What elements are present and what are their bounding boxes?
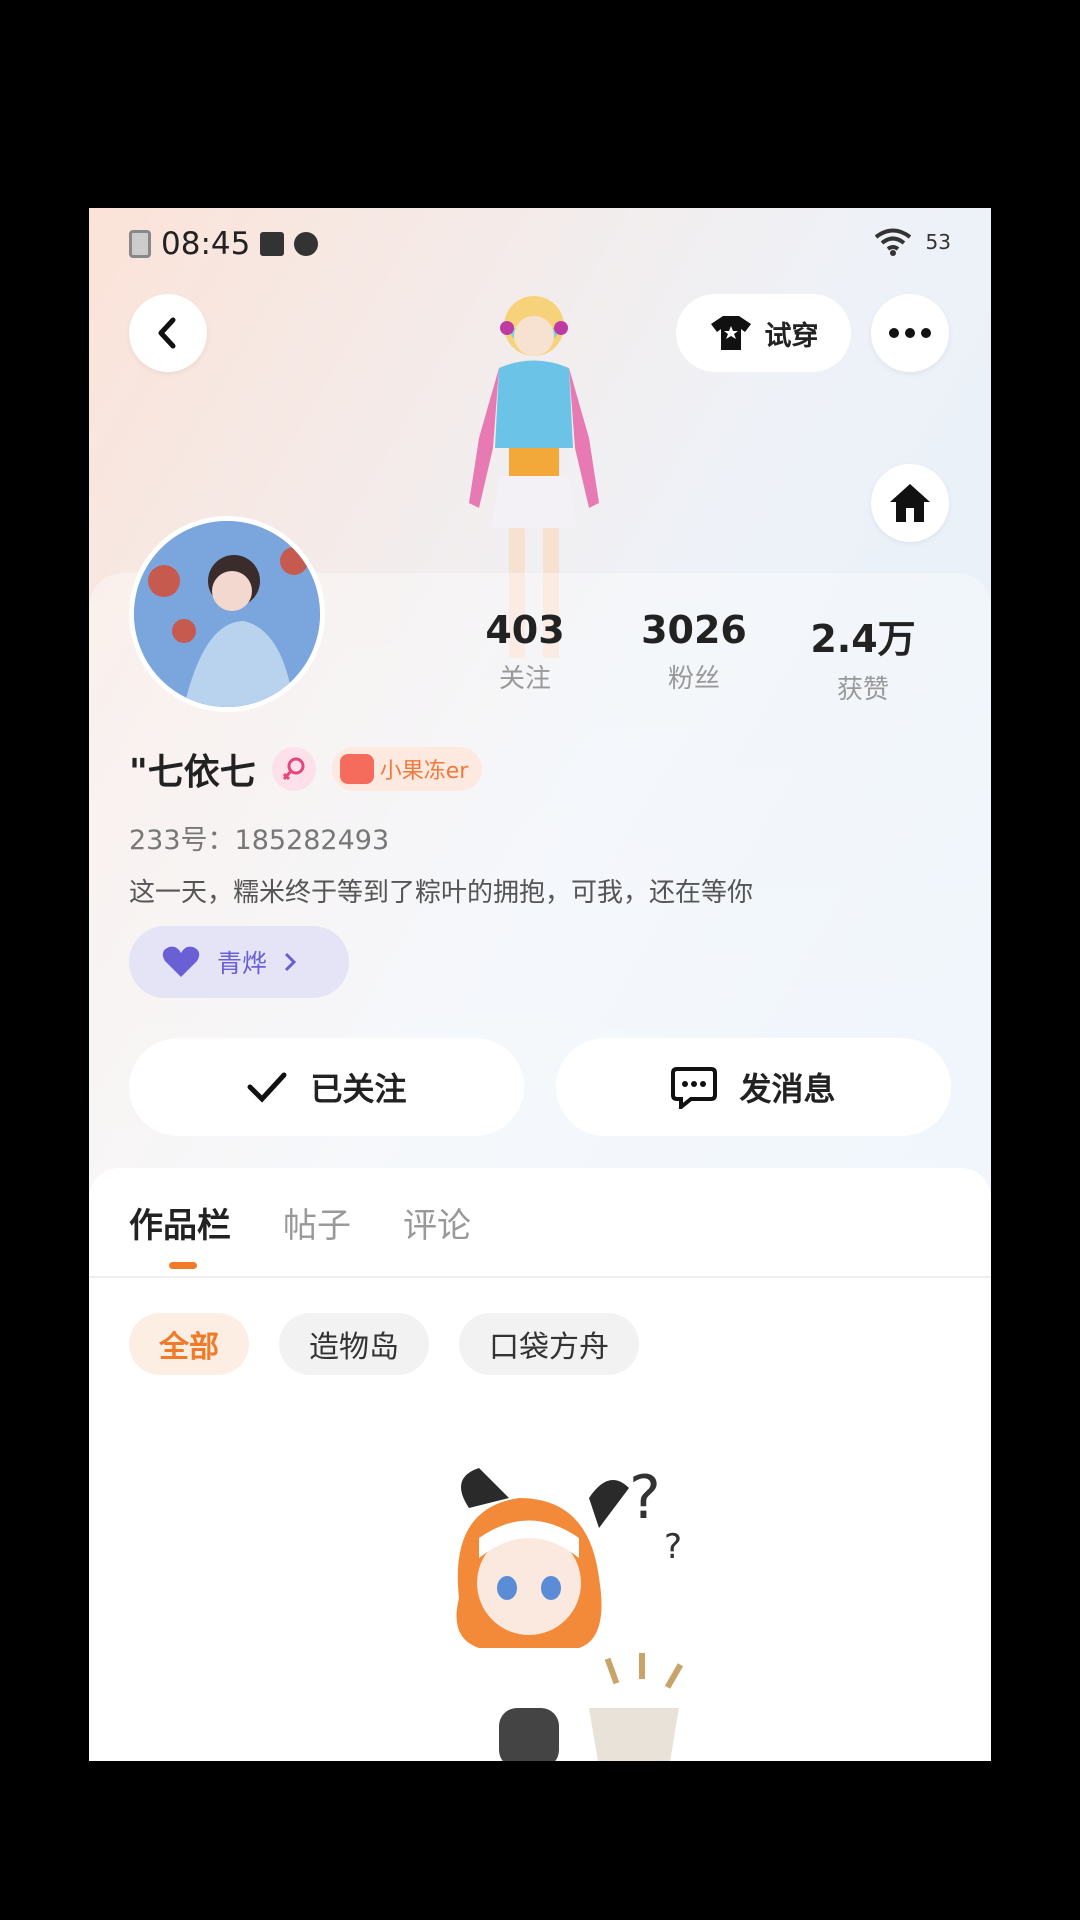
tab-comments-label: 评论 bbox=[403, 1206, 471, 1246]
filter-creation-island[interactable]: 造物岛 bbox=[279, 1313, 429, 1375]
sim-icon bbox=[129, 230, 151, 258]
battery-level: 53 bbox=[925, 230, 951, 254]
username: "七依七 bbox=[129, 752, 256, 793]
following-label: 关注 bbox=[498, 664, 551, 694]
status-bar: 08:45 53 bbox=[89, 208, 991, 278]
user-id: 233号：185282493 bbox=[129, 825, 390, 856]
image-icon bbox=[260, 232, 285, 256]
message-button[interactable]: 发消息 bbox=[556, 1038, 951, 1136]
chevron-left-icon bbox=[158, 317, 176, 349]
home-button[interactable] bbox=[871, 464, 949, 542]
avatar[interactable] bbox=[129, 516, 325, 712]
user-tag[interactable]: 小果冻er bbox=[331, 747, 483, 791]
status-time: 08:45 bbox=[161, 226, 251, 262]
following-count: 403 bbox=[485, 608, 565, 652]
stat-followers[interactable]: 3026 粉丝 bbox=[614, 608, 774, 695]
following-button[interactable]: 已关注 bbox=[129, 1038, 524, 1136]
content-panel: 作品栏 帖子 评论 全部 造物岛 口袋方舟 ? ? bbox=[89, 1168, 991, 1761]
home-icon bbox=[890, 484, 930, 522]
tab-bar: 作品栏 帖子 评论 bbox=[129, 1198, 471, 1269]
chevron-right-icon bbox=[284, 952, 297, 972]
user-tag-label: 小果冻er bbox=[379, 759, 469, 784]
svg-text:?: ? bbox=[664, 1527, 682, 1567]
divider bbox=[89, 1276, 991, 1278]
likes-count: 2.4万 bbox=[810, 617, 916, 661]
followers-count: 3026 bbox=[641, 608, 747, 652]
relation-badge[interactable]: 青烨 bbox=[129, 926, 349, 998]
tshirt-icon bbox=[710, 316, 751, 350]
more-dots-icon bbox=[889, 328, 931, 338]
relation-badge-label: 青烨 bbox=[217, 949, 268, 978]
planet-icon bbox=[294, 232, 319, 256]
empty-state-illustration: ? ? bbox=[456, 1463, 684, 1761]
stat-likes[interactable]: 2.4万 获赞 bbox=[783, 608, 943, 706]
try-on-button[interactable]: 试穿 bbox=[676, 294, 851, 372]
check-icon bbox=[247, 1072, 287, 1103]
followers-label: 粉丝 bbox=[667, 664, 720, 694]
profile-screen: 08:45 53 试穿 403 关注 3026 粉丝 2.4万 获赞 "七依七 … bbox=[89, 208, 991, 1761]
tab-works-label: 作品栏 bbox=[129, 1206, 231, 1246]
following-button-label: 已关注 bbox=[310, 1070, 407, 1108]
tab-underline bbox=[169, 1262, 197, 1269]
heart-icon bbox=[162, 946, 200, 977]
filter-chips: 全部 造物岛 口袋方舟 bbox=[129, 1313, 639, 1375]
tab-posts[interactable]: 帖子 bbox=[283, 1198, 351, 1247]
svg-text:?: ? bbox=[629, 1463, 661, 1533]
wifi-icon bbox=[874, 228, 911, 256]
name-row: "七依七 小果冻er bbox=[129, 743, 483, 795]
avatar-photo bbox=[134, 521, 320, 707]
more-button[interactable] bbox=[871, 294, 949, 372]
jelly-icon bbox=[339, 754, 374, 784]
tab-posts-label: 帖子 bbox=[283, 1206, 351, 1246]
female-gender-icon bbox=[271, 747, 316, 791]
tab-comments[interactable]: 评论 bbox=[403, 1198, 471, 1247]
tab-works[interactable]: 作品栏 bbox=[129, 1198, 231, 1269]
message-button-label: 发消息 bbox=[739, 1070, 836, 1108]
user-bio: 这一天，糯米终于等到了粽叶的拥抱，可我，还在等你 bbox=[129, 878, 754, 908]
back-button[interactable] bbox=[129, 294, 207, 372]
message-icon bbox=[671, 1067, 718, 1109]
filter-pocket-ark[interactable]: 口袋方舟 bbox=[459, 1313, 639, 1375]
likes-label: 获赞 bbox=[836, 675, 889, 705]
filter-all[interactable]: 全部 bbox=[129, 1313, 249, 1375]
try-on-label: 试穿 bbox=[764, 320, 819, 352]
stat-following[interactable]: 403 关注 bbox=[445, 608, 605, 695]
